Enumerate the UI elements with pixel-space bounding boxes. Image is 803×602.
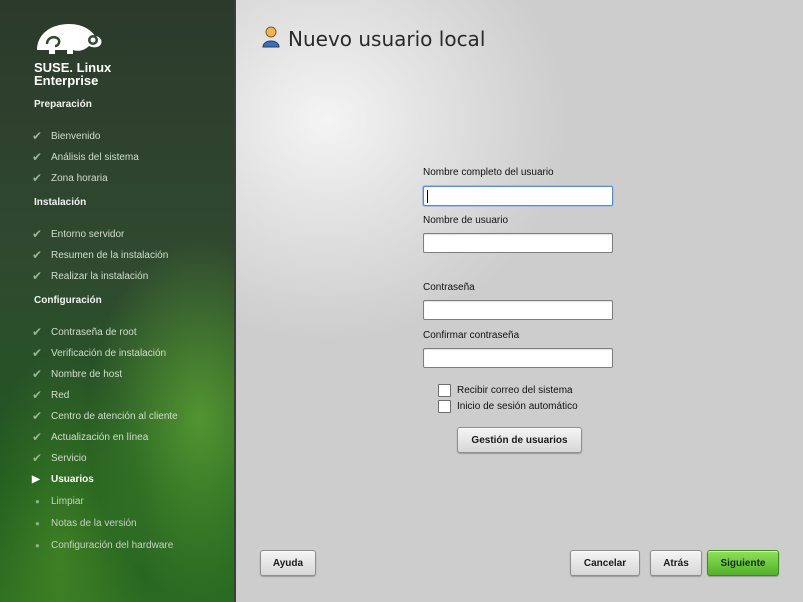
step-hardware: ● Configuración del hardware bbox=[32, 536, 173, 554]
current-step-arrow-icon: ▶ bbox=[32, 473, 40, 485]
checkmark-icon: ✔ bbox=[32, 430, 43, 444]
username-label: Nombre de usuario bbox=[423, 215, 509, 226]
next-button[interactable]: Siguiente bbox=[707, 550, 779, 576]
sidebar: SUSE. Linux Enterprise Preparación ✔ Bien… bbox=[0, 0, 236, 602]
pending-dot-icon: ● bbox=[35, 518, 40, 528]
checkmark-icon: ✔ bbox=[32, 346, 43, 360]
step-label: Red bbox=[51, 389, 70, 401]
step-label: Contraseña de root bbox=[51, 326, 137, 338]
checkmark-icon: ✔ bbox=[32, 248, 43, 262]
receive-mail-checkbox[interactable] bbox=[438, 384, 451, 397]
step-realizar: ✔ Realizar la instalación bbox=[32, 267, 148, 285]
auto-login-label: Inicio de sesión automático bbox=[457, 401, 578, 412]
receive-mail-option[interactable]: Recibir correo del sistema bbox=[438, 384, 573, 397]
step-label: Actualización en línea bbox=[51, 431, 149, 443]
step-bienvenido: ✔ Bienvenido bbox=[32, 127, 100, 145]
full-name-input[interactable] bbox=[423, 186, 613, 206]
checkmark-icon: ✔ bbox=[32, 171, 43, 185]
step-entorno-servidor: ✔ Entorno servidor bbox=[32, 225, 124, 243]
full-name-label: Nombre completo del usuario bbox=[423, 167, 554, 178]
step-label: Servicio bbox=[51, 452, 87, 464]
step-analisis: ✔ Análisis del sistema bbox=[32, 148, 139, 166]
step-limpiar: ● Limpiar bbox=[32, 492, 84, 510]
step-actualizacion: ✔ Actualización en línea bbox=[32, 428, 148, 446]
confirm-password-input[interactable] bbox=[423, 348, 613, 368]
step-label: Zona horaria bbox=[51, 172, 108, 184]
step-label: Nombre de host bbox=[51, 368, 123, 380]
step-verificacion: ✔ Verificación de instalación bbox=[32, 344, 166, 362]
confirm-password-label: Confirmar contraseña bbox=[423, 330, 520, 341]
user-management-button[interactable]: Gestión de usuarios bbox=[457, 427, 582, 453]
page-title: Nuevo usuario local bbox=[288, 26, 486, 51]
help-button[interactable]: Ayuda bbox=[260, 550, 316, 576]
cancel-button[interactable]: Cancelar bbox=[570, 550, 640, 576]
step-label: Realizar la instalación bbox=[51, 270, 149, 282]
step-servicio: ✔ Servicio bbox=[32, 449, 87, 467]
step-label: Centro de atención al cliente bbox=[51, 410, 178, 422]
checkmark-icon: ✔ bbox=[32, 451, 43, 465]
brand-line-2: Enterprise bbox=[34, 73, 99, 88]
step-label: Usuarios bbox=[51, 473, 94, 485]
step-label: Limpiar bbox=[51, 495, 84, 507]
password-input[interactable] bbox=[423, 300, 613, 320]
section-title-instalacion: Instalación bbox=[34, 197, 87, 208]
auto-login-option[interactable]: Inicio de sesión automático bbox=[438, 400, 578, 413]
step-label: Análisis del sistema bbox=[51, 151, 139, 163]
step-usuarios: ▶ Usuarios bbox=[32, 470, 94, 488]
step-notas: ● Notas de la versión bbox=[32, 514, 137, 532]
user-icon bbox=[262, 26, 280, 51]
step-label: Verificación de instalación bbox=[51, 347, 167, 359]
step-label: Configuración del hardware bbox=[51, 539, 174, 551]
step-resumen: ✔ Resumen de la instalación bbox=[32, 246, 168, 264]
pending-dot-icon: ● bbox=[35, 540, 40, 550]
step-nombre-host: ✔ Nombre de host bbox=[32, 365, 122, 383]
auto-login-checkbox[interactable] bbox=[438, 400, 451, 413]
step-label: Entorno servidor bbox=[51, 228, 125, 240]
step-label: Notas de la versión bbox=[51, 517, 137, 529]
checkmark-icon: ✔ bbox=[32, 227, 43, 241]
receive-mail-label: Recibir correo del sistema bbox=[457, 385, 573, 396]
step-label: Resumen de la instalación bbox=[51, 249, 169, 261]
pending-dot-icon: ● bbox=[35, 496, 40, 506]
checkmark-icon: ✔ bbox=[32, 269, 43, 283]
step-label: Bienvenido bbox=[51, 130, 101, 142]
checkmark-icon: ✔ bbox=[32, 325, 43, 339]
password-label: Contraseña bbox=[423, 282, 475, 293]
section-title-configuracion: Configuración bbox=[34, 295, 102, 306]
checkmark-icon: ✔ bbox=[32, 150, 43, 164]
text-caret bbox=[427, 190, 428, 203]
step-zona-horaria: ✔ Zona horaria bbox=[32, 169, 108, 187]
step-centro-atencion: ✔ Centro de atención al cliente bbox=[32, 407, 178, 425]
username-input[interactable] bbox=[423, 233, 613, 253]
main-panel: Nuevo usuario local Nombre completo del … bbox=[236, 0, 803, 602]
checkmark-icon: ✔ bbox=[32, 367, 43, 381]
section-title-preparacion: Preparación bbox=[34, 99, 92, 110]
step-contrasena-root: ✔ Contraseña de root bbox=[32, 323, 137, 341]
step-red: ✔ Red bbox=[32, 386, 69, 404]
checkmark-icon: ✔ bbox=[32, 129, 43, 143]
checkmark-icon: ✔ bbox=[32, 409, 43, 423]
page-header: Nuevo usuario local bbox=[262, 26, 485, 51]
brand-name: SUSE. Linux Enterprise bbox=[34, 61, 111, 87]
checkmark-icon: ✔ bbox=[32, 388, 43, 402]
suse-chameleon-logo-icon bbox=[33, 20, 105, 61]
back-button[interactable]: Atrás bbox=[650, 550, 702, 576]
